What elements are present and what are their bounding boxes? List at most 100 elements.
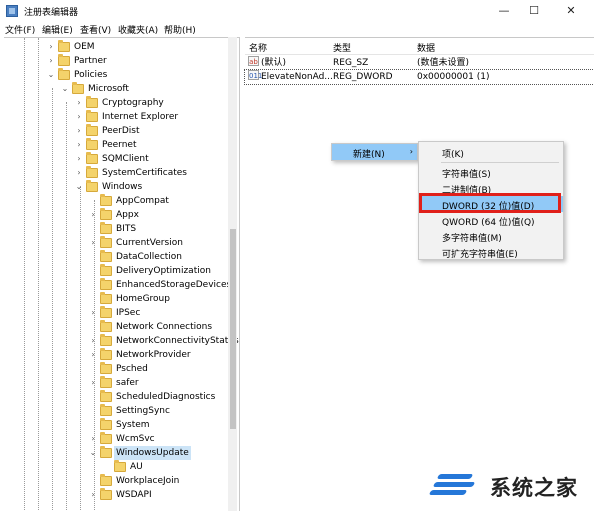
tree-item-label: OEM [74,42,95,52]
maximize-button[interactable]: ☐ [519,0,549,22]
tree-item-label: SystemCertificates [102,168,187,178]
tree-item-label: IPSec [116,308,141,318]
folder-icon [100,376,112,388]
chevron-right-icon[interactable]: › [88,432,98,446]
menu-edit[interactable]: 编辑(E) [42,23,73,36]
menu-bar: 文件(F) 编辑(E) 查看(V) 收藏夹(A) 帮助(H) [0,22,594,36]
menu-favorites[interactable]: 收藏夹(A) [118,23,158,36]
tree-item-label: SQMClient [102,154,149,164]
chevron-right-icon[interactable]: › [74,124,84,138]
folder-icon [100,278,112,290]
highlight-annotation-box [419,193,561,213]
tree-item-label: Psched [116,364,148,374]
folder-icon [100,432,112,444]
folder-icon [100,208,112,220]
chevron-right-icon[interactable]: › [88,208,98,222]
watermark: 系统之家 [426,460,594,511]
value-row[interactable]: 011 ElevateNonAd... REG_DWORD 0x00000001… [244,69,594,85]
folder-icon [100,404,112,416]
menu-item-new[interactable]: 新建(N) › [332,144,417,160]
tree-item-label: CurrentVersion [116,238,183,248]
submenu-item-string-value[interactable]: 字符串值(S) [419,164,563,180]
column-header-type[interactable]: 类型 [333,41,351,54]
value-name: (默认) [261,58,287,68]
tree-item-label: Appx [116,210,139,220]
tree-item-label: AppCompat [116,196,169,206]
chevron-right-icon[interactable]: › [88,306,98,320]
menu-file[interactable]: 文件(F) [5,23,35,36]
chevron-down-icon[interactable]: ⌄ [88,446,98,460]
chevron-right-icon[interactable]: › [88,334,98,348]
tree-scrollbar[interactable] [228,37,237,511]
chevron-right-icon[interactable]: › [74,152,84,166]
tree-item-label: DataCollection [116,252,183,262]
chevron-right-icon[interactable]: › [88,488,98,502]
value-type: REG_SZ [333,58,369,68]
submenu-item-qword-value[interactable]: QWORD (64 位)值(Q) [419,212,563,228]
folder-icon [72,82,84,94]
submenu-item-expandable-string-value[interactable]: 可扩充字符串值(E) [419,244,563,260]
tree-item-label: EnhancedStorageDevices [116,280,232,290]
menu-view[interactable]: 查看(V) [80,23,111,36]
submenu-item-label: 字符串值(S) [442,170,491,180]
submenu-item-multi-string-value[interactable]: 多字符串值(M) [419,228,563,244]
chevron-right-icon[interactable]: › [88,376,98,390]
tree-item-label: BITS [116,224,137,234]
chevron-right-icon[interactable]: › [46,40,56,54]
tree-guide-line [80,186,81,511]
chevron-down-icon[interactable]: ⌄ [74,180,84,194]
chevron-right-icon[interactable]: › [74,166,84,180]
folder-icon [100,474,112,486]
folder-icon [100,446,112,458]
chevron-right-icon[interactable]: › [46,54,56,68]
chevron-down-icon[interactable]: ⌄ [60,82,70,96]
tree-item-label: Peernet [102,140,137,150]
chevron-down-icon[interactable]: ⌄ [46,68,56,82]
title-bar: 注册表编辑器 — ☐ ✕ [0,0,594,22]
folder-icon [86,152,98,164]
folder-icon [86,138,98,150]
tree-scrollbar-thumb[interactable] [230,229,236,429]
folder-icon [100,306,112,318]
folder-icon [100,236,112,248]
submenu-item-key[interactable]: 项(K) [419,144,563,160]
registry-tree[interactable]: › OEM › Partner ⌄ Policies ⌄ Microsoft › Cryp… [4,37,240,511]
tree-item-label: DeliveryOptimization [116,266,211,276]
tree-guide-line [38,38,39,511]
column-header-name[interactable]: 名称 [249,41,267,54]
menu-help[interactable]: 帮助(H) [164,23,196,36]
tree-item-label: HomeGroup [116,294,170,304]
submenu-item-label: QWORD (64 位)值(Q) [442,218,535,228]
tree-item-label: NetworkConnectivityStatusIn [116,336,240,346]
minimize-button[interactable]: — [489,0,519,22]
tree-item-label: safer [116,378,139,388]
chevron-right-icon[interactable]: › [74,138,84,152]
value-data: 0x00000001 (1) [417,72,490,82]
value-name: ElevateNonAd... [261,72,333,82]
chevron-right-icon[interactable]: › [88,348,98,362]
close-button[interactable]: ✕ [556,0,586,22]
column-header-data[interactable]: 数据 [417,41,435,54]
value-type: REG_DWORD [333,72,393,82]
folder-icon [86,96,98,108]
folder-icon [58,54,70,66]
submenu-item-label: 可扩充字符串值(E) [442,250,518,260]
chevron-right-icon[interactable]: › [74,110,84,124]
tree-guide-line [66,102,67,511]
folder-icon [86,124,98,136]
chevron-right-icon[interactable]: › [88,236,98,250]
list-header: 名称 类型 数据 [245,38,594,55]
chevron-right-icon[interactable]: › [74,96,84,110]
values-list[interactable]: 名称 类型 数据 ab (默认) REG_SZ (数值未设置) 011 Elev… [244,37,594,511]
folder-icon [100,348,112,360]
regedit-app-icon [6,5,18,17]
value-row[interactable]: ab (默认) REG_SZ (数值未设置) [245,56,594,70]
